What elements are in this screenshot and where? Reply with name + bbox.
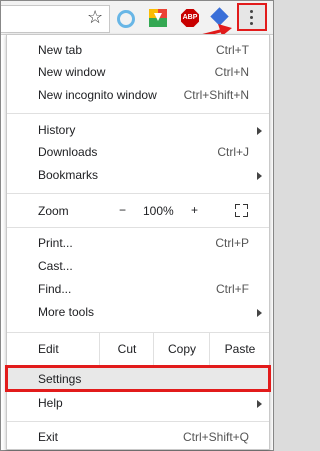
menu-item-downloads[interactable]: Downloads Ctrl+J xyxy=(7,141,269,163)
menu-item-label: Find... xyxy=(38,282,72,296)
menu-item-help[interactable]: Help xyxy=(7,392,269,414)
menu-item-shortcut: Ctrl+T xyxy=(216,43,249,57)
menu-item-history[interactable]: History xyxy=(7,119,269,141)
menu-separator xyxy=(7,113,269,114)
menu-item-label: History xyxy=(38,123,76,137)
zoom-label: Zoom xyxy=(38,204,69,218)
extension-diamond-icon[interactable] xyxy=(210,7,229,26)
menu-item-exit[interactable]: Exit Ctrl+Shift+Q xyxy=(7,426,269,448)
download-arrow-icon xyxy=(154,13,162,21)
menu-item-label: New window xyxy=(38,65,106,79)
browser-toolbar: ☆ ABP xyxy=(1,1,273,35)
menu-item-bookmarks[interactable]: Bookmarks xyxy=(7,164,269,186)
zoom-row: Zoom − 100% + xyxy=(7,199,269,223)
chrome-menu-button[interactable] xyxy=(237,3,267,31)
menu-item-label: Bookmarks xyxy=(38,168,99,182)
menu-item-settings[interactable]: Settings xyxy=(7,368,269,390)
menu-item-new-tab[interactable]: New tab Ctrl+T xyxy=(7,39,269,61)
zoom-out-button[interactable]: − xyxy=(119,203,126,217)
menu-item-label: Downloads xyxy=(38,145,98,159)
submenu-arrow-icon xyxy=(257,172,262,180)
menu-item-shortcut: Ctrl+Shift+Q xyxy=(182,430,249,444)
menu-separator xyxy=(7,227,269,228)
submenu-arrow-icon xyxy=(257,309,262,317)
menu-item-label: New incognito window xyxy=(38,88,157,102)
menu-separator xyxy=(7,421,269,422)
menu-item-label: New tab xyxy=(38,43,83,57)
paste-button[interactable]: Paste xyxy=(209,333,270,365)
menu-item-new-window[interactable]: New window Ctrl+N xyxy=(7,61,269,83)
edit-row: Edit Cut Copy Paste xyxy=(7,333,269,365)
copy-button[interactable]: Copy xyxy=(153,333,210,365)
menu-item-label: Settings xyxy=(38,372,82,386)
menu-item-cast[interactable]: Cast... xyxy=(7,255,269,277)
menu-item-shortcut: Ctrl+N xyxy=(214,65,249,79)
adblock-plus-icon[interactable]: ABP xyxy=(181,9,199,27)
cut-button[interactable]: Cut xyxy=(99,333,154,365)
bookmark-star-icon[interactable]: ☆ xyxy=(87,7,103,28)
extension-circle-icon[interactable] xyxy=(117,10,135,28)
extension-download-icon[interactable] xyxy=(149,9,167,27)
menu-item-label: Cast... xyxy=(38,259,73,273)
menu-item-shortcut: Ctrl+J xyxy=(217,145,249,159)
menu-item-label: Help xyxy=(38,396,63,410)
three-dots-icon xyxy=(250,10,254,28)
submenu-arrow-icon xyxy=(257,400,262,408)
submenu-arrow-icon xyxy=(257,127,262,135)
menu-item-shortcut: Ctrl+P xyxy=(215,236,249,250)
menu-item-label: More tools xyxy=(38,305,95,319)
menu-item-print[interactable]: Print... Ctrl+P xyxy=(7,232,269,254)
menu-separator xyxy=(7,193,269,194)
menu-item-find[interactable]: Find... Ctrl+F xyxy=(7,278,269,300)
menu-item-label: Print... xyxy=(38,236,73,250)
menu-item-shortcut: Ctrl+Shift+N xyxy=(183,88,249,102)
menu-item-shortcut: Ctrl+F xyxy=(216,282,249,296)
zoom-in-button[interactable]: + xyxy=(191,203,198,217)
fullscreen-icon[interactable] xyxy=(235,204,248,217)
menu-item-new-incognito-window[interactable]: New incognito window Ctrl+Shift+N xyxy=(7,84,269,106)
menu-item-label: Exit xyxy=(38,430,59,444)
edit-label: Edit xyxy=(38,342,59,356)
menu-item-more-tools[interactable]: More tools xyxy=(7,301,269,323)
chrome-menu: New tab Ctrl+T New window Ctrl+N New inc… xyxy=(5,34,271,450)
zoom-level: 100% xyxy=(143,204,174,218)
